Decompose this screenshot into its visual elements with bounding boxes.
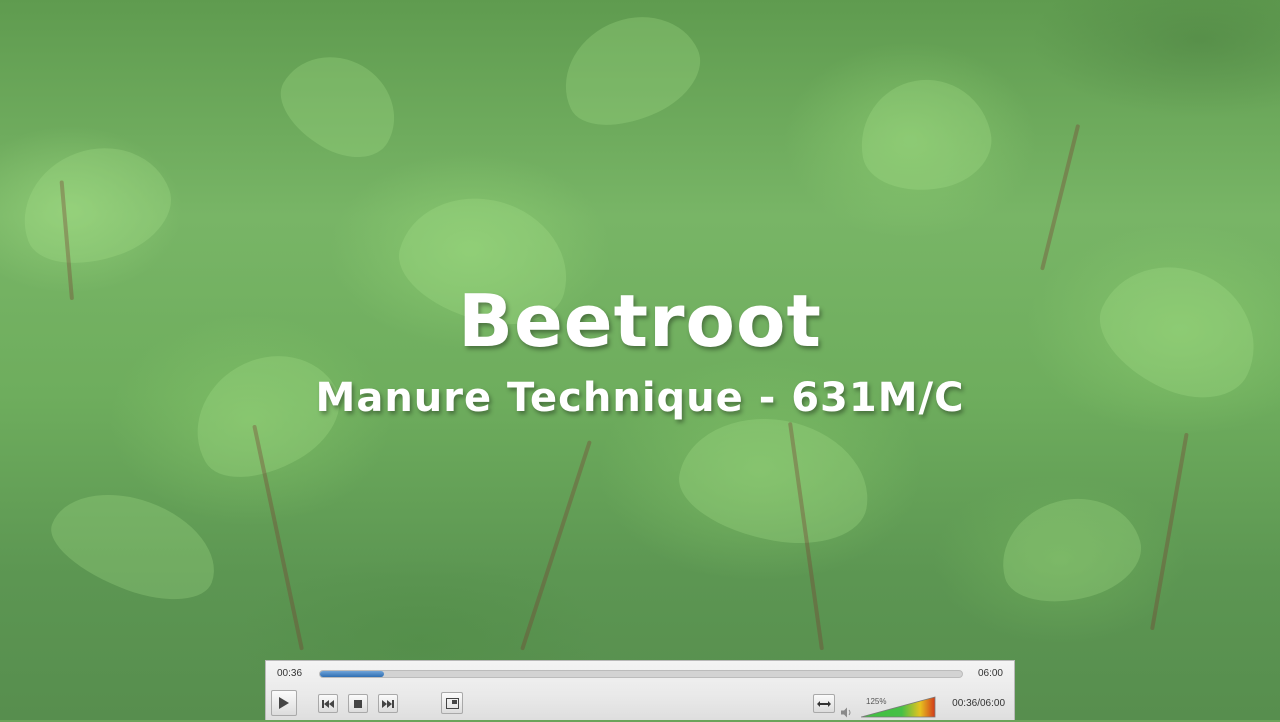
aspect-ratio-icon	[817, 700, 831, 707]
aspect-ratio-button[interactable]	[813, 694, 835, 713]
play-button[interactable]	[271, 690, 297, 716]
stop-button[interactable]	[348, 694, 368, 713]
leaf-decoration	[39, 473, 231, 617]
media-player-controls: 00:36 06:00 125% 00:36/06:00	[265, 660, 1015, 720]
leaf-decoration	[851, 69, 999, 201]
stem-decoration	[1040, 123, 1081, 271]
stem-decoration	[1150, 432, 1189, 631]
duration-time: 06:00	[977, 668, 1003, 679]
speaker-icon[interactable]	[841, 703, 853, 722]
time-readout: 00:36/06:00	[952, 698, 1005, 709]
volume-slider[interactable]	[861, 696, 937, 718]
video-frame[interactable]: Beetroot Manure Technique - 631M/C	[0, 0, 1280, 720]
skip-next-icon	[382, 699, 394, 708]
seek-bar[interactable]	[319, 670, 963, 678]
leaf-decoration	[545, 0, 715, 145]
seek-bar-progress	[320, 671, 385, 677]
stop-icon	[354, 699, 362, 708]
previous-button[interactable]	[318, 694, 338, 713]
leaf-decoration	[671, 404, 879, 556]
leaf-decoration	[5, 127, 185, 283]
video-title-overlay: Beetroot Manure Technique - 631M/C	[0, 276, 1280, 426]
stem-decoration	[520, 440, 592, 651]
next-button[interactable]	[378, 694, 398, 713]
video-title: Beetroot	[458, 279, 822, 363]
fullscreen-icon	[445, 697, 459, 709]
leaf-decoration	[265, 36, 415, 174]
fullscreen-button[interactable]	[441, 692, 463, 714]
play-icon	[279, 697, 289, 709]
video-subtitle: Manure Technique - 631M/C	[315, 375, 965, 421]
skip-previous-icon	[322, 699, 334, 708]
leaf-decoration	[989, 483, 1151, 617]
elapsed-time: 00:36	[277, 668, 303, 679]
